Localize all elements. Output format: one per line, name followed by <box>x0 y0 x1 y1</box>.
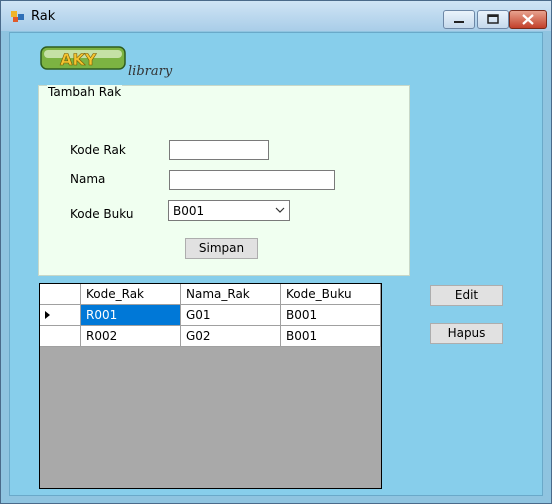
table-cell[interactable]: G01 <box>181 305 281 326</box>
hapus-button[interactable]: Hapus <box>430 323 503 344</box>
edit-button[interactable]: Edit <box>430 285 503 306</box>
close-button[interactable] <box>509 10 547 29</box>
title-bar[interactable]: Rak <box>1 1 551 31</box>
minimize-button[interactable] <box>443 10 475 29</box>
maximize-icon <box>487 14 499 24</box>
column-header[interactable]: Kode_Rak <box>81 284 181 305</box>
rak-data-grid[interactable]: Kode_Rak Nama_Rak Kode_Buku R001 G01 B00… <box>39 283 382 489</box>
minimize-icon <box>454 21 464 23</box>
table-cell[interactable]: R002 <box>81 326 181 347</box>
window-title: Rak <box>31 9 56 24</box>
kode-buku-select[interactable]: B001 <box>168 200 290 221</box>
group-legend: Tambah Rak <box>47 85 123 99</box>
table-cell[interactable]: G02 <box>181 326 281 347</box>
library-logo: AKY library <box>40 46 173 79</box>
kode-rak-input[interactable] <box>169 140 269 160</box>
nama-label: Nama <box>70 172 106 186</box>
grid-corner-header[interactable] <box>40 284 81 305</box>
simpan-button[interactable]: Simpan <box>185 238 258 259</box>
column-header[interactable]: Kode_Buku <box>281 284 381 305</box>
app-window: Rak AKY library Tambah Rak Kode Rak Nama… <box>0 0 552 504</box>
table-cell[interactable]: R001 <box>81 305 181 326</box>
row-header[interactable] <box>40 326 81 347</box>
logo-word: AKY <box>60 50 97 69</box>
column-header[interactable]: Nama_Rak <box>181 284 281 305</box>
row-header[interactable] <box>40 305 81 326</box>
table-cell[interactable]: B001 <box>281 326 381 347</box>
current-row-icon <box>45 311 50 319</box>
logo-tagline: library <box>128 64 173 79</box>
nama-input[interactable] <box>169 170 335 190</box>
close-icon <box>522 14 534 25</box>
kode-buku-label: Kode Buku <box>70 207 134 221</box>
app-icon <box>11 11 24 22</box>
chevron-down-icon <box>275 207 285 213</box>
maximize-button[interactable] <box>477 10 509 29</box>
kode-rak-label: Kode Rak <box>70 143 126 157</box>
kode-buku-selected: B001 <box>173 204 205 218</box>
table-cell[interactable]: B001 <box>281 305 381 326</box>
